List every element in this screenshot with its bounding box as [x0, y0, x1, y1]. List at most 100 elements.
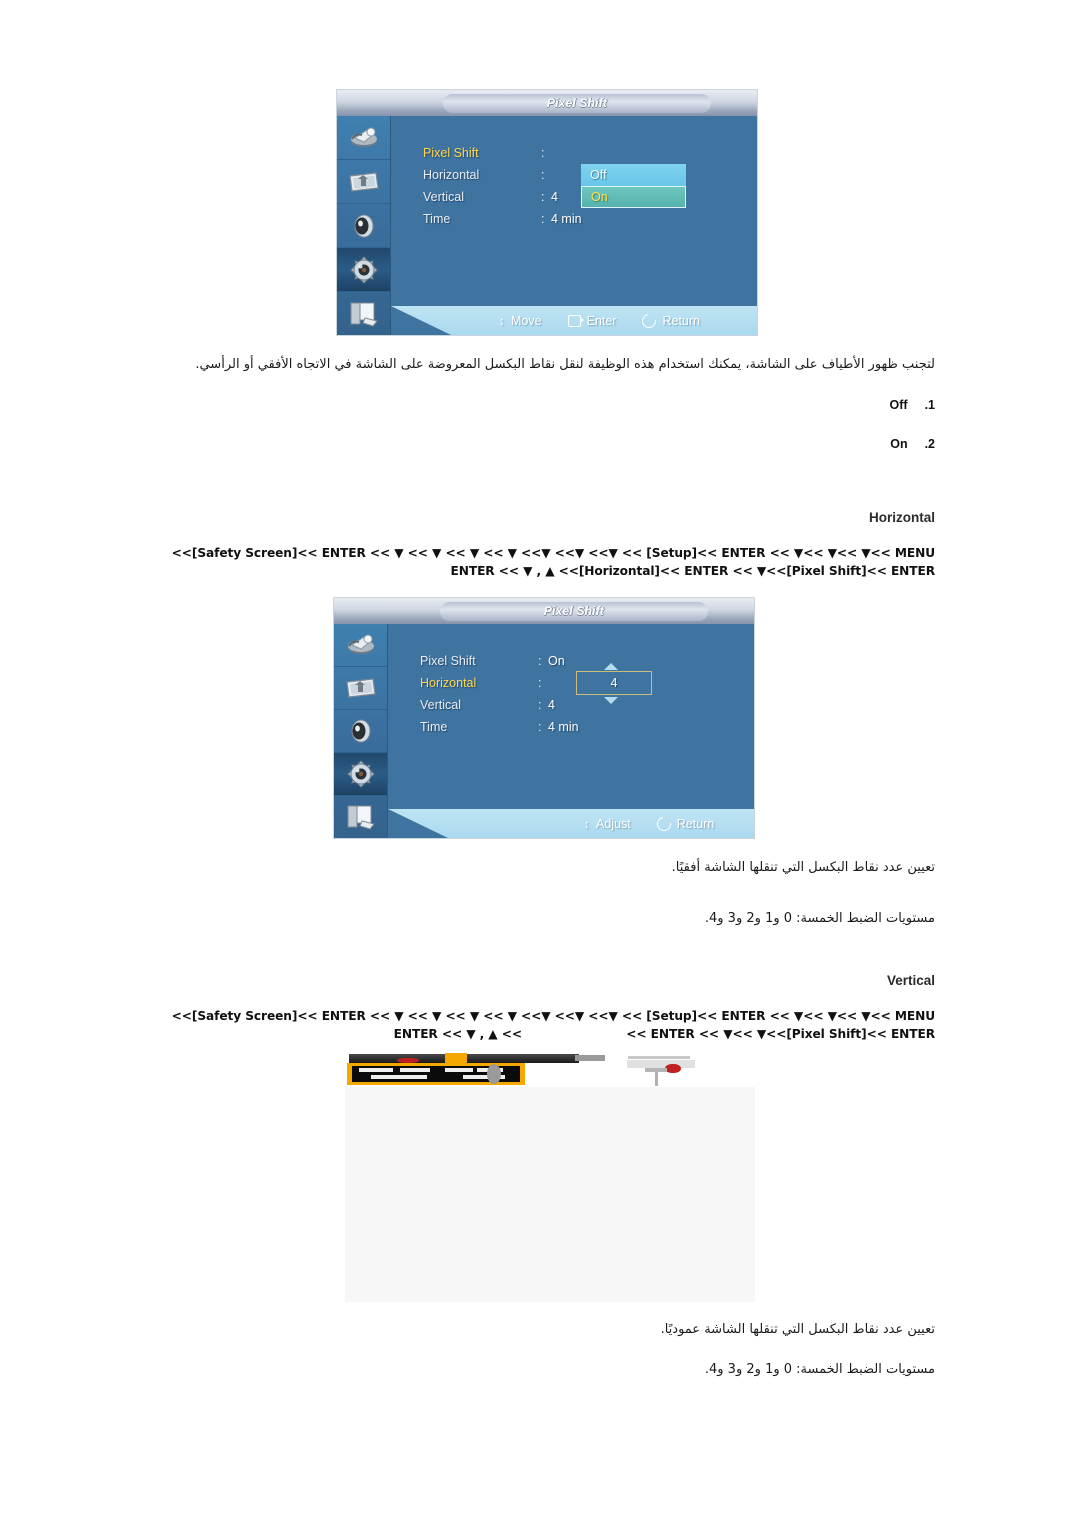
sidebar-item-image-setup[interactable] [334, 667, 387, 710]
footer-hint-adjust: ↕ Adjust [584, 817, 631, 831]
picture-icon [347, 126, 381, 150]
strip-fragment [627, 1060, 695, 1068]
strip-fragment [665, 1064, 681, 1073]
osd-row-colon: : [541, 146, 545, 160]
footer-notch [388, 809, 448, 838]
strip-fragment [371, 1075, 427, 1079]
strip-fragment [397, 1058, 419, 1063]
nav-path-vertical-line1: <<[Safety Screen]<< ENTER << ▼ << ▼ << ▼… [171, 1009, 935, 1023]
osd-row-value: 4 min [551, 212, 582, 226]
setup-gear-icon [348, 255, 380, 285]
sidebar-item-multi-control[interactable] [334, 796, 387, 838]
picture-icon [344, 633, 378, 657]
osd-row-label: Horizontal [423, 168, 480, 182]
osd-row-label: Pixel Shift [423, 146, 479, 160]
osd-titlebar: Pixel Shift [337, 90, 757, 116]
sidebar-item-setup[interactable] [334, 753, 387, 796]
nav-path-vertical-line2-right: << ENTER << ▼<< ▼<<[Pixel Shift]<< ENTER [626, 1027, 935, 1041]
strip-fragment [487, 1064, 501, 1084]
broken-image-strip [345, 1052, 755, 1088]
nav-path-vertical-line2-left: ENTER << ▼ , ▲ << [393, 1027, 522, 1041]
osd-row-label: Time [423, 212, 451, 226]
osd-footer-2: ↕ Adjust Return [388, 809, 754, 838]
osd-main: Pixel Shift : Horizontal : Vertical : 4 … [391, 116, 757, 335]
option-item-off: Off .1 [890, 398, 935, 412]
spinner-value: 4 [610, 676, 618, 690]
dropdown-option-off[interactable]: Off [581, 164, 686, 186]
osd-sidebar [334, 624, 388, 838]
sound-speaker-icon [349, 213, 379, 239]
enter-key-icon [567, 314, 584, 327]
updown-arrow-icon: ↕ [499, 313, 505, 328]
footer-hint-enter: Enter [567, 313, 617, 328]
image-setup-icon [344, 676, 378, 700]
down-triangle-icon[interactable] [604, 697, 618, 704]
footer-hint-return: Return [654, 813, 714, 834]
multi-control-icon [344, 803, 378, 831]
osd-row-colon: : [541, 168, 545, 182]
osd-row-label: Time [420, 720, 448, 734]
osd-row[interactable]: Vertical : 4 [420, 694, 744, 716]
osd-row-colon: : [541, 190, 545, 204]
multi-control-icon [347, 300, 381, 328]
section-heading-vertical: Vertical [886, 973, 935, 988]
osd-row-value: On [548, 654, 565, 668]
osd-title: Pixel Shift [543, 604, 605, 618]
broken-image-placeholder [345, 1087, 755, 1302]
sidebar-item-sound[interactable] [334, 710, 387, 753]
osd-row[interactable]: Pixel Shift : On [420, 650, 744, 672]
sidebar-item-multi-control[interactable] [337, 292, 390, 335]
footer-hint-move: ↕ Move [499, 314, 542, 328]
osd-row-value: 4 min [548, 720, 579, 734]
osd-main: Pixel Shift : On Horizontal : Vertical :… [388, 624, 754, 838]
osd-row-label: Vertical [420, 698, 461, 712]
osd-row-colon: : [538, 676, 542, 690]
sidebar-item-picture[interactable] [337, 116, 390, 160]
strip-fragment [445, 1053, 467, 1063]
description-paragraph-3-line2: مستويات الضبط الخمسة: 0 و1 و2 و3 و4. [704, 1362, 935, 1377]
strip-fragment [628, 1056, 690, 1059]
sound-speaker-icon [346, 718, 376, 744]
image-setup-icon [347, 170, 381, 194]
option-number: .2 [924, 437, 935, 451]
osd-body: Pixel Shift : On Horizontal : Vertical :… [334, 624, 754, 838]
footer-notch [391, 306, 451, 335]
option-label: Off [889, 398, 908, 412]
up-triangle-icon[interactable] [604, 663, 618, 670]
strip-fragment [359, 1068, 393, 1072]
description-paragraph-2-line2: مستويات الضبط الخمسة: 0 و1 و2 و3 و4. [704, 911, 935, 926]
osd-body: Pixel Shift : Horizontal : Vertical : 4 … [337, 116, 757, 335]
setup-gear-icon [345, 759, 377, 789]
sidebar-item-sound[interactable] [337, 204, 390, 248]
option-label: On [890, 437, 908, 451]
sidebar-item-picture[interactable] [334, 624, 387, 667]
strip-fragment [655, 1072, 658, 1086]
dropdown-option-on[interactable]: On [581, 186, 686, 208]
osd-row[interactable]: Time : 4 min [420, 716, 744, 738]
return-arrow-icon [654, 813, 674, 834]
description-paragraph-3-line1: تعيين عدد نقاط البكسل التي تنقلها الشاشة… [660, 1322, 935, 1337]
osd-sidebar [337, 116, 391, 335]
osd-footer-1: ↕ Move Enter Return [391, 306, 757, 335]
strip-fragment [445, 1068, 473, 1072]
osd-panel-pixel-shift-2: Pixel Shift Pixel Shift: On Horizontal … [334, 598, 754, 838]
osd-title-pill: Pixel Shift [443, 93, 711, 113]
sidebar-item-setup[interactable] [337, 248, 390, 292]
osd-titlebar: Pixel Shift [334, 598, 754, 624]
footer-hint-label: Move [511, 313, 542, 328]
footer-hint-label: Return [662, 313, 700, 328]
description-paragraph-1: لتجنب ظهور الأطياف على الشاشة، يمكنك است… [195, 357, 935, 372]
pixel-shift-dropdown[interactable]: Off On [581, 164, 686, 208]
option-item-on: On .2 [890, 437, 935, 451]
nav-path-horizontal-line2: ENTER << ▼ , ▲ <<[Horizontal]<< ENTER <<… [450, 564, 936, 578]
osd-row[interactable]: Pixel Shift : [423, 142, 747, 164]
footer-hint-label: Adjust [596, 816, 631, 831]
horizontal-value-spinner[interactable]: 4 [576, 671, 652, 695]
osd-row-colon: : [538, 654, 542, 668]
footer-hint-label: Enter [586, 313, 617, 328]
osd-title: Pixel Shift [546, 96, 608, 110]
osd-rows-1: Pixel Shift : Horizontal : Vertical : 4 … [423, 142, 747, 230]
sidebar-item-image-setup[interactable] [337, 160, 390, 204]
osd-panel-pixel-shift-1: Pixel Shift Pixel Shift: Horizontal: V… [337, 90, 757, 335]
osd-row[interactable]: Time : 4 min [423, 208, 747, 230]
